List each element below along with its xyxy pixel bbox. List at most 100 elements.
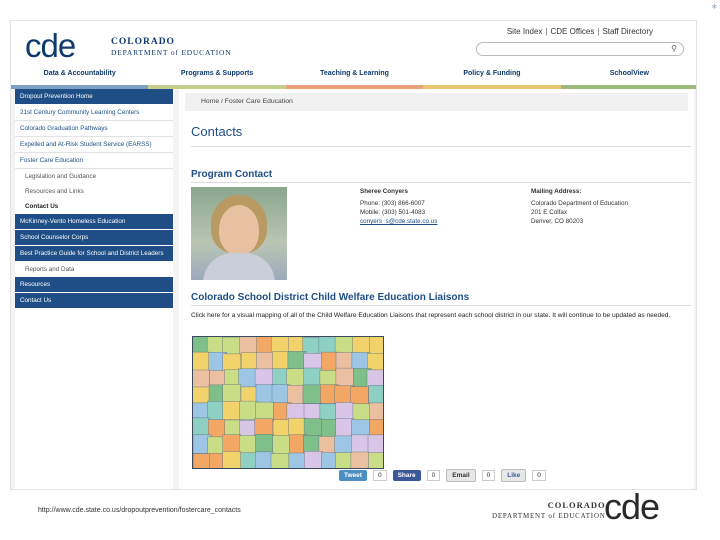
mailing-line2: 201 E Colfax (531, 209, 568, 216)
email-button[interactable]: Email (446, 469, 476, 482)
map-district[interactable] (334, 385, 354, 405)
nav-schoolview[interactable]: SchoolView (560, 65, 696, 89)
sidebar-sub-reports-data[interactable]: Reports and Data (15, 262, 173, 277)
sidebar: Dropout Prevention Home 21st Century Com… (15, 89, 173, 489)
contact-name: Sheree Conyers (360, 188, 408, 195)
mailing-address: Mailing Address: Colorado Department of … (531, 187, 628, 226)
sidebar-item-school-counselor[interactable]: School Counselor Corps (15, 230, 173, 246)
map-district[interactable] (288, 417, 307, 437)
sidebar-item-best-practice[interactable]: Best Practice Guide for School and Distr… (15, 246, 173, 262)
dept-name: COLORADO DEPARTMENT of EDUCATION (111, 37, 231, 57)
map-district[interactable] (270, 453, 290, 469)
sidebar-sub-legislation[interactable]: Legislation and Guidance (15, 169, 173, 184)
sidebar-sub-contact-us[interactable]: Contact Us (15, 199, 173, 214)
contact-email-link[interactable]: conyers_s@cde.state.co.us (360, 217, 437, 226)
contact-photo (191, 187, 287, 280)
map-district[interactable] (352, 403, 372, 423)
map-district[interactable] (369, 336, 385, 355)
map-district[interactable] (192, 417, 210, 437)
divider (191, 305, 691, 306)
mailing-line3: Denver, CO 80203 (531, 218, 584, 225)
page-url[interactable]: http://www.cde.state.co.us/dropoutpreven… (38, 507, 241, 514)
sidebar-sub-resources-links[interactable]: Resources and Links (15, 184, 173, 199)
sidebar-item-dropout-home[interactable]: Dropout Prevention Home (15, 89, 173, 105)
map-district[interactable] (303, 367, 323, 387)
map-district[interactable] (352, 336, 371, 355)
map-district[interactable] (222, 451, 241, 470)
map-district[interactable] (318, 336, 338, 355)
program-contact-title: Program Contact (191, 169, 273, 180)
map-district[interactable] (272, 435, 291, 455)
footer-dept-line2: DEPARTMENT of EDUCATION (492, 512, 606, 520)
map-district[interactable] (302, 384, 322, 404)
map-district[interactable] (334, 435, 353, 455)
map-district[interactable] (255, 434, 274, 454)
footer-dept-name: COLORADO DEPARTMENT of EDUCATION (492, 500, 606, 520)
map-district[interactable] (368, 452, 384, 470)
map-district[interactable] (222, 434, 241, 454)
map-district[interactable] (239, 400, 258, 420)
map-district[interactable] (238, 368, 257, 388)
tweet-button[interactable]: Tweet (339, 470, 367, 481)
map-district[interactable] (367, 434, 384, 454)
contact-mobile: Mobile: (303) 501-4083 (360, 209, 426, 216)
contact-phone: Phone: (303) 866-6007 (360, 200, 425, 207)
map-district[interactable] (287, 351, 307, 371)
map-district[interactable] (350, 451, 370, 469)
search-input[interactable]: ⚲ (476, 42, 684, 56)
map-district[interactable] (206, 336, 226, 355)
browser-screenshot: cde COLORADO DEPARTMENT of EDUCATION Sit… (10, 20, 697, 490)
nav-data-accountability[interactable]: Data & Accountability (11, 65, 149, 89)
util-sep: | (545, 27, 548, 36)
nav-policy-funding[interactable]: Policy & Funding (423, 65, 562, 89)
slide-corner-mark: * (711, 2, 718, 15)
util-link-staff-directory[interactable]: Staff Directory (602, 27, 653, 36)
facebook-share-button[interactable]: Share (392, 470, 421, 481)
sidebar-item-graduation-pathways[interactable]: Colorado Graduation Pathways (15, 121, 173, 137)
map-district[interactable] (334, 336, 354, 355)
map-districts (192, 336, 384, 469)
map-district[interactable] (368, 385, 384, 405)
map-district[interactable] (255, 384, 275, 404)
map-district[interactable] (239, 336, 258, 355)
sidebar-item-foster-care[interactable]: Foster Care Education (15, 153, 173, 169)
breadcrumb[interactable]: Home / Foster Care Education (185, 93, 688, 111)
map-district[interactable] (222, 400, 241, 420)
util-sep: | (597, 27, 600, 36)
colorado-district-map[interactable] (192, 336, 384, 469)
slide: * cde COLORADO DEPARTMENT of EDUCATION S… (0, 0, 720, 540)
divider (191, 182, 691, 183)
map-district[interactable] (193, 453, 212, 469)
map-district[interactable] (192, 351, 211, 371)
map-district[interactable] (239, 435, 258, 455)
map-district[interactable] (351, 434, 370, 454)
like-button[interactable]: Like (501, 469, 527, 482)
map-district[interactable] (304, 451, 323, 469)
cde-logo[interactable]: cde (25, 28, 76, 64)
sidebar-item-contact-us[interactable]: Contact Us (15, 293, 173, 309)
map-district[interactable] (369, 402, 385, 422)
email-count: 0 (481, 470, 496, 481)
sidebar-item-earss[interactable]: Expelled and At-Risk Student Service (EA… (15, 137, 173, 153)
search-icon[interactable]: ⚲ (671, 44, 677, 53)
main-nav: Data & Accountability Programs & Support… (11, 65, 696, 89)
map-district[interactable] (256, 352, 275, 372)
nav-teaching-learning[interactable]: Teaching & Learning (285, 65, 424, 89)
map-district[interactable] (255, 451, 274, 469)
share-count: 0 (426, 470, 441, 481)
nav-programs-supports[interactable]: Programs & Supports (148, 65, 287, 89)
util-link-site-index[interactable]: Site Index (507, 27, 543, 36)
sidebar-item-21st-century[interactable]: 21st Century Community Learning Centers (15, 105, 173, 121)
map-district[interactable] (335, 367, 355, 387)
page-title: Contacts (191, 124, 243, 139)
liaisons-intro[interactable]: Click here for a visual mapping of all o… (191, 311, 689, 320)
utility-links: Site Index | CDE Offices | Staff Directo… (507, 27, 653, 36)
footer-dept-line1: COLORADO (547, 500, 606, 510)
map-district[interactable] (255, 401, 274, 421)
util-link-cde-offices[interactable]: CDE Offices (551, 27, 595, 36)
sidebar-item-resources[interactable]: Resources (15, 277, 173, 293)
sidebar-item-mckinney-vento[interactable]: McKinney-Vento Homeless Education (15, 214, 173, 230)
map-district[interactable] (222, 384, 241, 404)
map-district[interactable] (192, 369, 210, 389)
map-district[interactable] (286, 385, 306, 405)
